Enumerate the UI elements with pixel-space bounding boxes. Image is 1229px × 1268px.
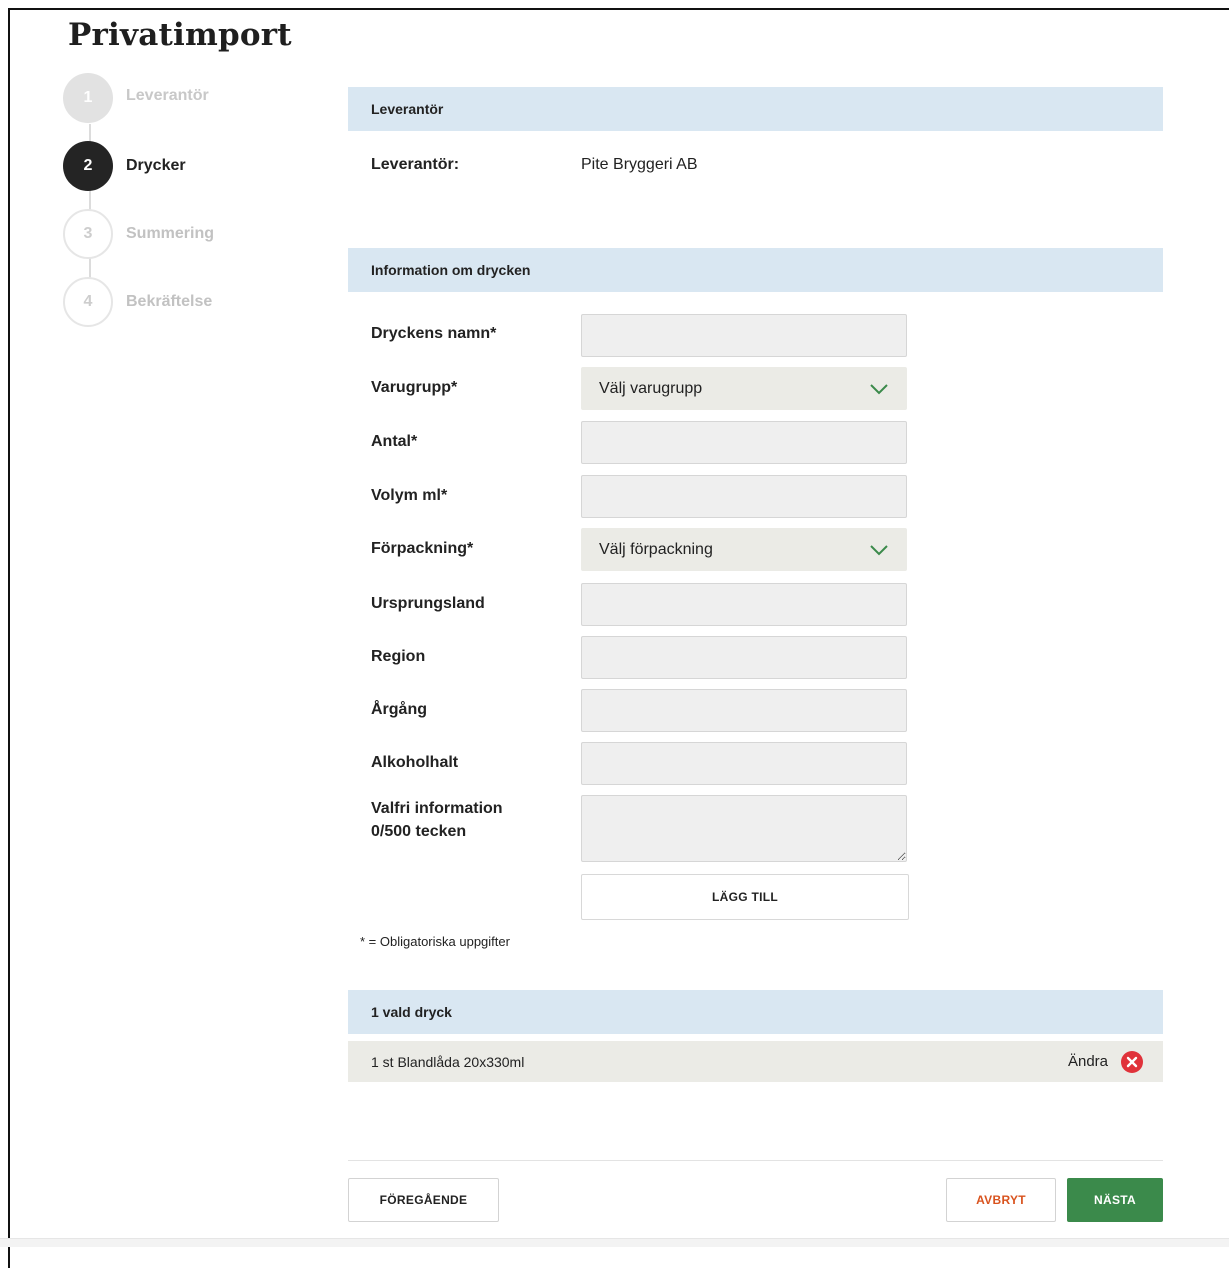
drink-name-input[interactable] [581, 314, 907, 357]
volume-label: Volym ml* [371, 487, 448, 504]
step-bekraftelse: 4 Bekräftelse [63, 276, 343, 328]
step-label: Drycker [126, 157, 186, 174]
packaging-selected-value: Välj förpackning [599, 540, 713, 558]
step-drycker[interactable]: 2 Drycker [63, 140, 343, 192]
selected-drink-text: 1 st Blandlåda 20x330ml [371, 1053, 525, 1070]
step-summering: 3 Summering [63, 208, 343, 260]
footer-divider [348, 1160, 1163, 1161]
alcohol-content-input[interactable] [581, 742, 907, 785]
step-number: 2 [63, 141, 113, 191]
category-selected-value: Välj varugrupp [599, 379, 703, 397]
step-number: 4 [63, 277, 113, 327]
step-number: 1 [63, 73, 113, 123]
vintage-input[interactable] [581, 689, 907, 732]
volume-input[interactable] [581, 475, 907, 518]
quantity-label: Antal* [371, 433, 418, 450]
region-label: Region [371, 648, 426, 665]
drink-info-section-header: Information om drycken [348, 248, 1163, 292]
row-actions: Ändra [1068, 1050, 1143, 1073]
edit-drink-link[interactable]: Ändra [1068, 1053, 1108, 1070]
vintage-label: Årgång [371, 701, 427, 718]
step-label: Bekräftelse [126, 293, 213, 310]
supplier-label: Leverantör: [371, 156, 460, 173]
drink-name-label: Dryckens namn* [371, 325, 497, 342]
category-select[interactable]: Välj varugrupp [581, 367, 907, 410]
optional-info-textarea[interactable] [581, 795, 907, 862]
step-leverantor[interactable]: 1 Leverantör [63, 72, 343, 124]
supplier-value: Pite Bryggeri AB [581, 156, 698, 173]
selected-drink-row: 1 st Blandlåda 20x330ml Ändra [348, 1041, 1163, 1082]
step-label: Leverantör [126, 87, 209, 104]
origin-country-input[interactable] [581, 583, 907, 626]
step-label: Summering [126, 225, 215, 242]
region-input[interactable] [581, 636, 907, 679]
remove-icon[interactable] [1121, 1050, 1143, 1073]
step-number: 3 [63, 209, 113, 259]
selected-drinks-header: 1 vald dryck [348, 990, 1163, 1034]
chevron-down-icon [870, 383, 888, 394]
origin-country-label: Ursprungsland [371, 595, 485, 612]
packaging-select[interactable]: Välj förpackning [581, 528, 907, 571]
optional-info-counter: 0/500 tecken [371, 823, 467, 840]
supplier-section-header: Leverantör [348, 87, 1163, 131]
category-label: Varugrupp* [371, 379, 458, 396]
optional-info-title: Valfri information [371, 800, 503, 817]
quantity-input[interactable] [581, 421, 907, 464]
previous-button[interactable]: FÖREGÅENDE [348, 1178, 499, 1222]
optional-info-label: Valfri information 0/500 tecken [371, 797, 503, 843]
page-title: Privatimport [68, 17, 292, 53]
packaging-label: Förpackning* [371, 540, 474, 557]
next-button[interactable]: NÄSTA [1067, 1178, 1163, 1222]
close-icon [1126, 1056, 1138, 1067]
required-fields-note: * = Obligatoriska uppgifter [360, 934, 510, 949]
add-button[interactable]: LÄGG TILL [581, 874, 909, 920]
alcohol-content-label: Alkoholhalt [371, 754, 459, 771]
chevron-down-icon [870, 544, 888, 555]
cancel-button[interactable]: AVBRYT [946, 1178, 1056, 1222]
